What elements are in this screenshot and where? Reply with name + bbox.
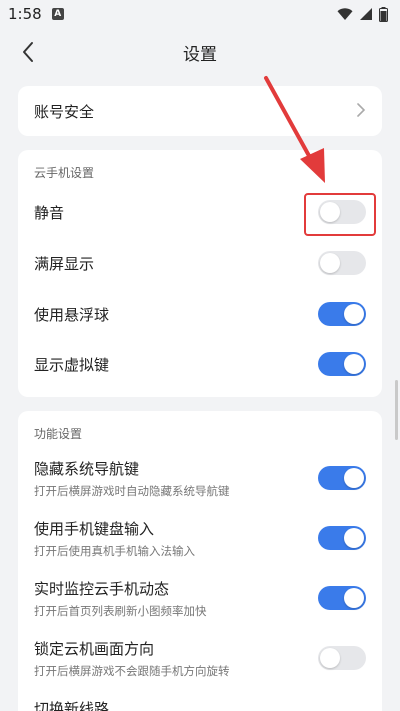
toggle-knob [320, 202, 340, 222]
setting-label: 使用手机键盘输入 [34, 519, 155, 538]
status-icons [337, 6, 388, 22]
setting-row-virtual-keys: 显示虚拟键 [18, 339, 382, 389]
setting-row-realtime-monitor: 实时监控云手机动态 打开后首页列表刷新小图频率加快 [18, 568, 382, 628]
fullscreen-toggle[interactable] [318, 251, 366, 275]
setting-row-phone-keyboard: 使用手机键盘输入 打开后使用真机手机输入法输入 [18, 508, 382, 568]
account-security-item[interactable]: 账号安全 [18, 86, 382, 136]
setting-label: 隐藏系统导航键 [34, 459, 140, 478]
setting-label: 显示虚拟键 [34, 355, 110, 374]
battery-icon [379, 6, 388, 22]
mute-toggle[interactable] [318, 200, 366, 224]
section-title: 云手机设置 [34, 166, 95, 180]
phone-keyboard-toggle[interactable] [318, 526, 366, 550]
status-bar: 1:58 A [0, 0, 400, 28]
setting-description: 打开后横屏游戏不会跟随手机方向旋转 [34, 663, 230, 678]
wifi-icon [337, 8, 353, 20]
toggle-knob [344, 588, 364, 608]
setting-label: 锁定云机画面方向 [34, 639, 155, 658]
toggle-knob [344, 468, 364, 488]
setting-row-new-line: 切换新线路 [18, 688, 382, 711]
toggle-knob [344, 528, 364, 548]
setting-description: 打开后首页列表刷新小图频率加快 [34, 603, 207, 618]
chevron-right-icon [356, 102, 366, 121]
setting-texts: 实时监控云手机动态 打开后首页列表刷新小图频率加快 [34, 578, 207, 619]
account-security-label: 账号安全 [34, 102, 95, 121]
setting-description: 打开后横屏游戏时自动隐藏系统导航键 [34, 483, 230, 498]
page-title: 设置 [183, 44, 217, 65]
toggle-knob [320, 253, 340, 273]
setting-label: 实时监控云手机动态 [34, 579, 170, 598]
virtual-keys-toggle[interactable] [318, 352, 366, 376]
setting-row-lock-orientation: 锁定云机画面方向 打开后横屏游戏不会跟随手机方向旋转 [18, 628, 382, 688]
lock-orientation-toggle[interactable] [318, 646, 366, 670]
setting-label: 使用悬浮球 [34, 305, 110, 324]
chevron-left-icon [23, 42, 33, 62]
scrollbar[interactable] [395, 380, 398, 440]
toggle-knob [344, 304, 364, 324]
signal-icon [360, 8, 372, 20]
back-button[interactable] [14, 38, 42, 66]
setting-description: 打开后使用真机手机输入法输入 [34, 543, 195, 558]
setting-row-floating-ball: 使用悬浮球 [18, 289, 382, 339]
setting-label: 静音 [34, 203, 65, 222]
toggle-knob [320, 648, 340, 668]
realtime-monitor-toggle[interactable] [318, 586, 366, 610]
cloud-settings-card: 云手机设置 静音 满屏显示 使用悬浮球 显示虚拟键 [18, 150, 382, 397]
notification-icon: A [51, 8, 64, 20]
function-settings-card: 功能设置 隐藏系统导航键 打开后横屏游戏时自动隐藏系统导航键 使用手机键盘输入 … [18, 411, 382, 711]
setting-texts: 锁定云机画面方向 打开后横屏游戏不会跟随手机方向旋转 [34, 638, 230, 679]
status-time: 1:58 [8, 5, 42, 23]
section-title: 功能设置 [34, 427, 83, 441]
floating-ball-toggle[interactable] [318, 302, 366, 326]
hide-nav-toggle[interactable] [318, 466, 366, 490]
setting-row-mute: 静音 [18, 187, 382, 237]
setting-texts: 使用手机键盘输入 打开后使用真机手机输入法输入 [34, 518, 195, 559]
setting-row-fullscreen: 满屏显示 [18, 237, 382, 289]
app-header: 设置 [0, 28, 400, 76]
setting-texts: 隐藏系统导航键 打开后横屏游戏时自动隐藏系统导航键 [34, 458, 230, 499]
setting-label: 满屏显示 [34, 254, 95, 273]
setting-row-hide-nav: 隐藏系统导航键 打开后横屏游戏时自动隐藏系统导航键 [18, 448, 382, 508]
setting-label: 切换新线路 [34, 700, 110, 711]
toggle-knob [344, 354, 364, 374]
